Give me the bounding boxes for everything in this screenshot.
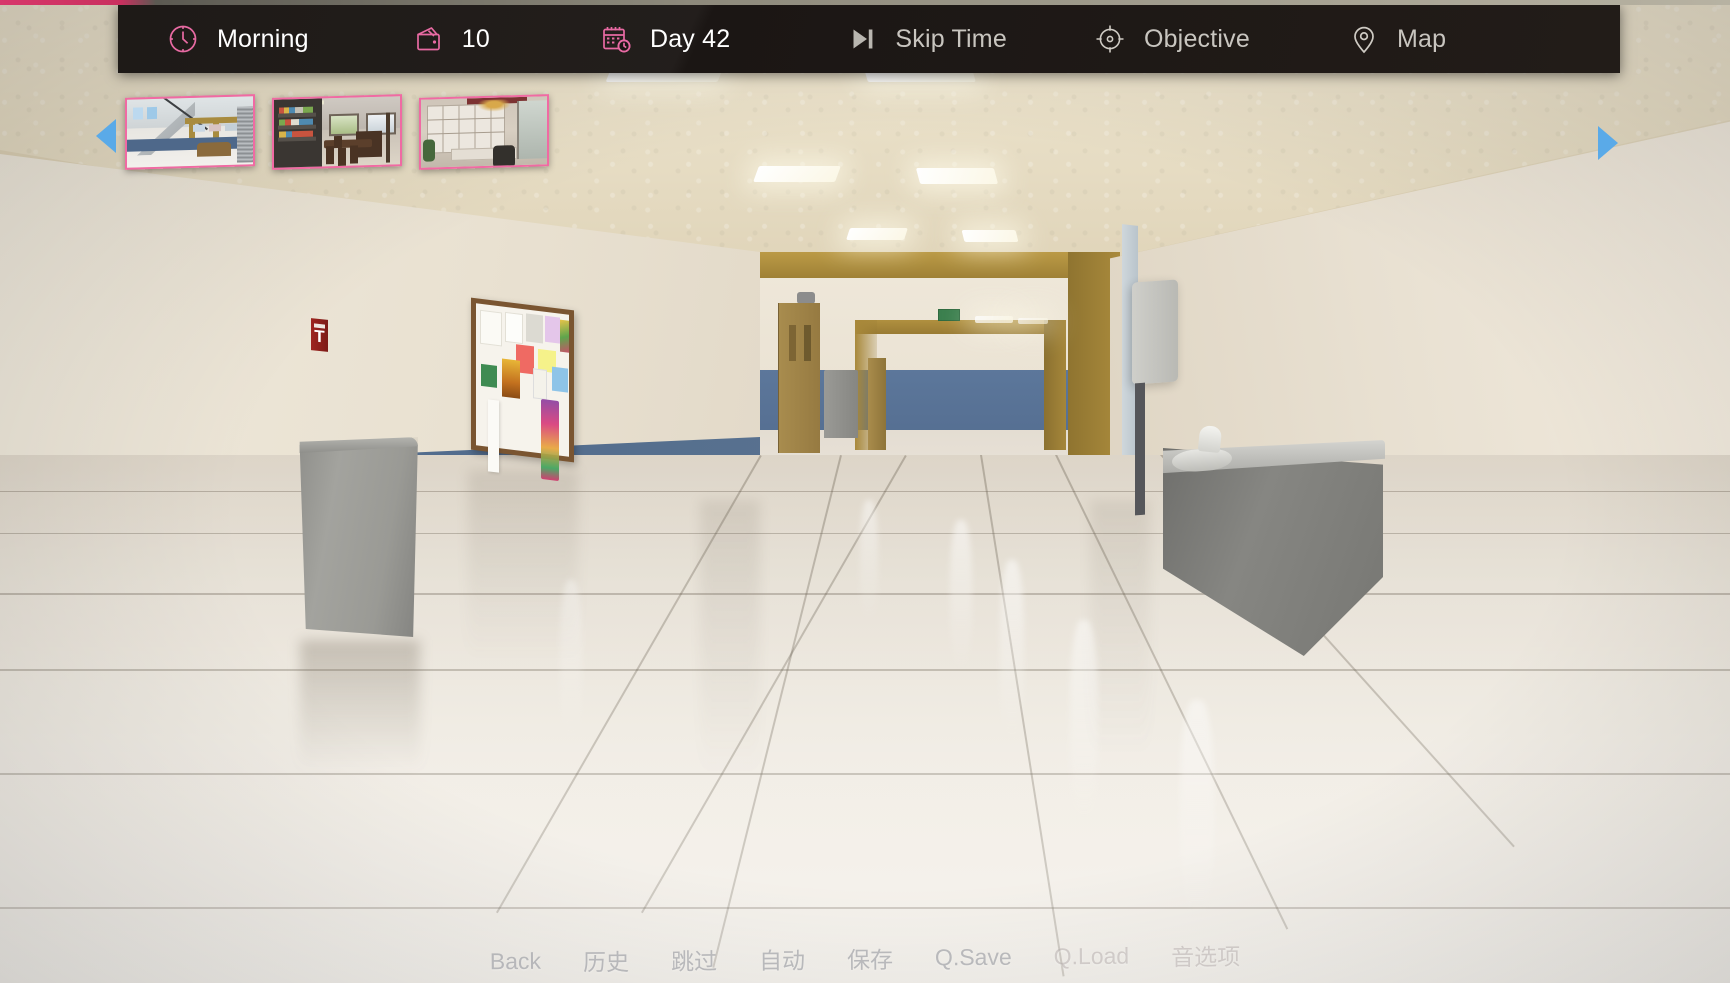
water-fountain-spout — [1197, 424, 1223, 454]
hud-top-bar: Morning 10 Day 42 Skip Time Objective Ma… — [118, 5, 1620, 73]
door-jamb-far-right — [1044, 320, 1066, 450]
hud-map[interactable]: Map — [1348, 5, 1446, 73]
thumbnail-dining-room[interactable] — [272, 94, 402, 170]
menu-history[interactable]: 历史 — [583, 943, 629, 977]
ribbon-decoration — [541, 398, 559, 482]
exit-sign — [938, 309, 960, 321]
ceiling-light-far — [975, 316, 1013, 323]
ceiling-light — [753, 166, 841, 182]
hud-money-label: 10 — [461, 24, 490, 53]
hud-skip-time[interactable]: Skip Time — [848, 5, 1007, 73]
corridor-door-near[interactable] — [778, 303, 820, 453]
hud-objective[interactable]: Objective — [1093, 5, 1250, 73]
top-accent-strip — [0, 0, 1730, 5]
floor — [0, 455, 1730, 983]
hud-objective-label: Objective — [1143, 24, 1250, 53]
menu-skip[interactable]: 跳过 — [671, 942, 717, 976]
thumbnail-school-atrium[interactable] — [125, 94, 255, 170]
wallet-icon — [413, 23, 445, 55]
location-next-arrow[interactable] — [1598, 126, 1618, 160]
ceiling-light — [915, 168, 999, 184]
crosshair-icon — [1093, 22, 1127, 56]
hud-day-counter[interactable]: Day 42 — [600, 5, 730, 73]
hud-time-of-day[interactable]: Morning — [166, 5, 309, 73]
location-prev-arrow[interactable] — [96, 119, 116, 153]
game-screen: Morning 10 — [0, 0, 1730, 983]
hud-day-label: Day 42 — [649, 24, 731, 53]
door-lintel-near — [700, 252, 1120, 278]
location-thumbnail-strip — [125, 94, 549, 170]
hud-time-label: Morning — [217, 24, 309, 53]
fire-alarm-pull-station[interactable] — [311, 318, 328, 352]
skip-next-icon — [848, 24, 878, 54]
hud-money[interactable]: 10 — [413, 5, 490, 73]
menu-back[interactable]: Back — [490, 947, 541, 974]
trash-can[interactable] — [299, 437, 418, 637]
hud-skip-time-label: Skip Time — [895, 24, 1007, 53]
menu-qsave[interactable]: Q.Save — [935, 943, 1012, 971]
thumbnail-study-office[interactable] — [419, 94, 549, 170]
ceiling-light — [846, 228, 908, 240]
menu-auto[interactable]: 自动 — [759, 942, 805, 976]
ceiling-light — [961, 230, 1019, 242]
hud-map-label: Map — [1396, 24, 1447, 53]
trash-can-far — [824, 370, 858, 438]
clock-icon — [166, 22, 200, 56]
calendar-icon — [600, 23, 633, 56]
floor-tile-lines — [0, 455, 1730, 983]
menu-qload[interactable]: Q.Load — [1054, 942, 1130, 970]
map-pin-icon — [1348, 23, 1380, 55]
bulletin-flyer — [488, 399, 499, 473]
paper-towel-dispenser[interactable] — [1132, 279, 1178, 385]
menu-save[interactable]: 保存 — [847, 941, 893, 975]
menu-options[interactable]: 音选项 — [1171, 938, 1240, 973]
fountain-post — [1135, 382, 1145, 516]
corridor-door-far[interactable] — [868, 358, 886, 450]
ceiling-light-far — [1018, 318, 1048, 324]
